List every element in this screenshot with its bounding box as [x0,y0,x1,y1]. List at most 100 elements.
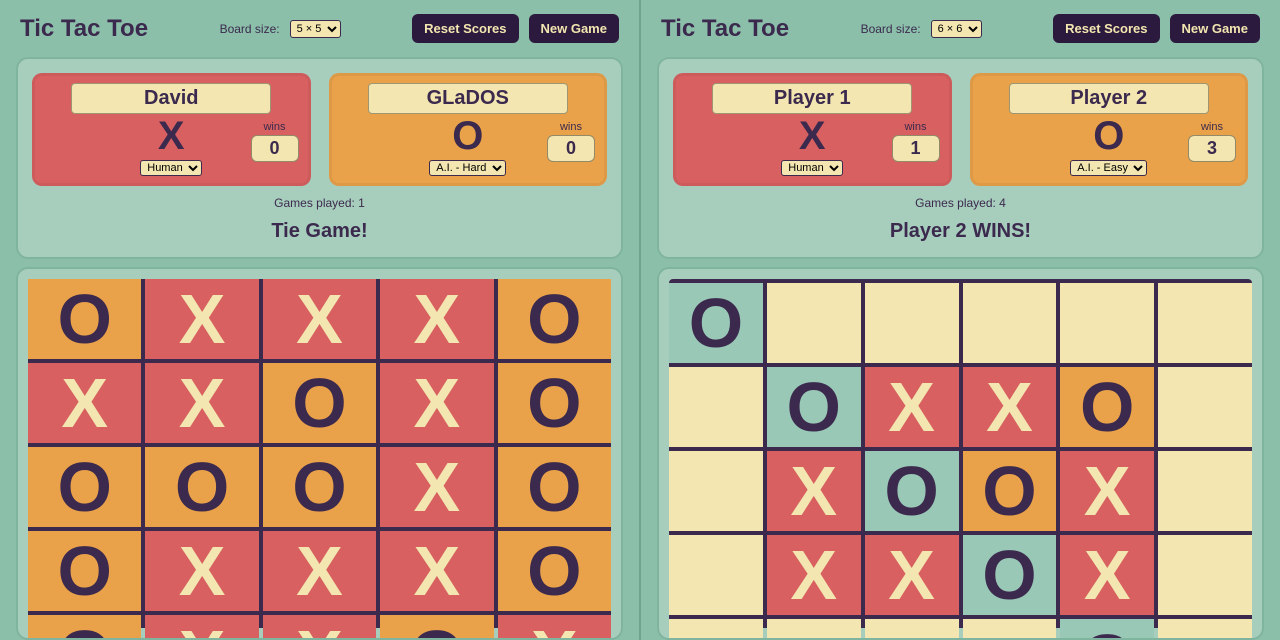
board-cell[interactable] [1158,367,1252,447]
app-instance-left: Tic Tac Toe Board size: 5 × 5 Reset Scor… [0,0,639,640]
board-cell[interactable]: X [498,615,611,640]
board-cell[interactable]: X [380,531,493,611]
board-cell[interactable]: O [1060,619,1154,640]
board-cell[interactable]: O [963,535,1057,615]
board-cell[interactable]: X [380,279,493,359]
games-played: Games played: 1 [32,196,607,210]
players-row: X Human wins 1 O A.I. - Easy wins 3 [673,73,1248,186]
board-cell[interactable]: O [767,367,861,447]
board-cell[interactable]: X [767,451,861,531]
player-x-name-input[interactable] [712,83,912,114]
board-cell[interactable]: O [865,451,959,531]
board-cell[interactable]: X [145,363,258,443]
reset-scores-button[interactable]: Reset Scores [1053,14,1159,43]
board-cell[interactable]: O [263,363,376,443]
board-cell[interactable]: X [263,615,376,640]
board-cell[interactable]: X [145,615,258,640]
board-cell[interactable] [1158,451,1252,531]
board-cell[interactable]: X [865,535,959,615]
board-cell[interactable]: X [263,279,376,359]
wins-value: 3 [1188,135,1236,162]
board-cell[interactable] [1158,283,1252,363]
player-o-mark: O [452,116,483,156]
wins-value: 0 [547,135,595,162]
board-cell[interactable]: X [263,531,376,611]
board-cell[interactable]: X [1060,535,1154,615]
game-board: OXXXOXXOXOOOOXOOXXXOOXXOX [28,279,611,628]
player-x-mark: X [158,116,185,156]
wins-value: 1 [892,135,940,162]
player-o-type-select[interactable]: A.I. - Hard [429,160,506,176]
game-status: Player 2 WINS! [673,220,1248,243]
board-cell[interactable]: O [669,283,763,363]
player-card-x: X Human wins 0 [32,73,311,186]
board-cell[interactable] [865,619,959,640]
board-cell[interactable]: X [865,367,959,447]
board-cell[interactable]: X [380,447,493,527]
board-cell[interactable]: O [28,531,141,611]
board-cell[interactable] [1158,535,1252,615]
wins-label: wins [251,121,299,133]
board-cell[interactable]: X [145,531,258,611]
board-cell[interactable] [767,283,861,363]
board-cell[interactable]: X [767,535,861,615]
player-o-wins: wins 3 [1188,121,1236,162]
board-cell[interactable]: O [963,451,1057,531]
board-cell[interactable]: O [380,615,493,640]
reset-scores-button[interactable]: Reset Scores [412,14,518,43]
board-size-select[interactable]: 6 × 6 [931,20,982,38]
board-cell[interactable]: O [1060,367,1154,447]
board-cell[interactable]: O [28,447,141,527]
wins-label: wins [1188,121,1236,133]
board-cell[interactable]: O [498,279,611,359]
board-cell[interactable]: X [1060,451,1154,531]
board-cell[interactable]: X [963,367,1057,447]
player-o-mark: O [1093,116,1124,156]
board-cell[interactable] [669,451,763,531]
board-cell[interactable]: X [145,279,258,359]
app-instance-right: Tic Tac Toe Board size: 6 × 6 Reset Scor… [639,0,1280,640]
player-x-wins: wins 0 [251,121,299,162]
board-cell[interactable]: O [498,531,611,611]
board-cell[interactable]: O [498,447,611,527]
player-x-name-input[interactable] [71,83,271,114]
page-title: Tic Tac Toe [20,15,148,43]
board-cell[interactable] [1060,283,1154,363]
board-cell[interactable]: O [145,447,258,527]
board-cell[interactable] [865,283,959,363]
board-cell[interactable]: O [28,615,141,640]
board-cell[interactable]: X [380,363,493,443]
player-card-x: X Human wins 1 [673,73,952,186]
wins-value: 0 [251,135,299,162]
board-size-label: Board size: [220,22,280,36]
new-game-button[interactable]: New Game [529,14,619,43]
player-o-name-input[interactable] [1009,83,1209,114]
board-cell[interactable] [963,283,1057,363]
board-cell[interactable] [669,619,763,640]
board-cell[interactable]: O [263,447,376,527]
board-panel: OXXXOXXOXOOOOXOOXXXOOXXOX [16,267,623,640]
game-status: Tie Game! [32,220,607,243]
player-o-type-select[interactable]: A.I. - Easy [1070,160,1147,176]
board-cell[interactable] [767,619,861,640]
player-o-name-input[interactable] [368,83,568,114]
board-cell[interactable] [1158,619,1252,640]
player-o-wins: wins 0 [547,121,595,162]
page-title: Tic Tac Toe [661,15,789,43]
players-row: X Human wins 0 O A.I. - Hard wins 0 [32,73,607,186]
new-game-button[interactable]: New Game [1170,14,1260,43]
board-size-select[interactable]: 5 × 5 [290,20,341,38]
board-cell[interactable]: O [28,279,141,359]
player-x-type-select[interactable]: Human [781,160,843,176]
wins-label: wins [547,121,595,133]
player-x-type-select[interactable]: Human [140,160,202,176]
board-cell[interactable] [669,367,763,447]
board-cell[interactable]: O [498,363,611,443]
topbar: Tic Tac Toe Board size: 5 × 5 Reset Scor… [0,0,639,49]
board-cell[interactable] [669,535,763,615]
game-board: OOXXOXOOXXXOXO [669,279,1252,628]
player-x-wins: wins 1 [892,121,940,162]
board-cell[interactable]: X [28,363,141,443]
board-cell[interactable] [963,619,1057,640]
player-card-o: O A.I. - Hard wins 0 [329,73,608,186]
